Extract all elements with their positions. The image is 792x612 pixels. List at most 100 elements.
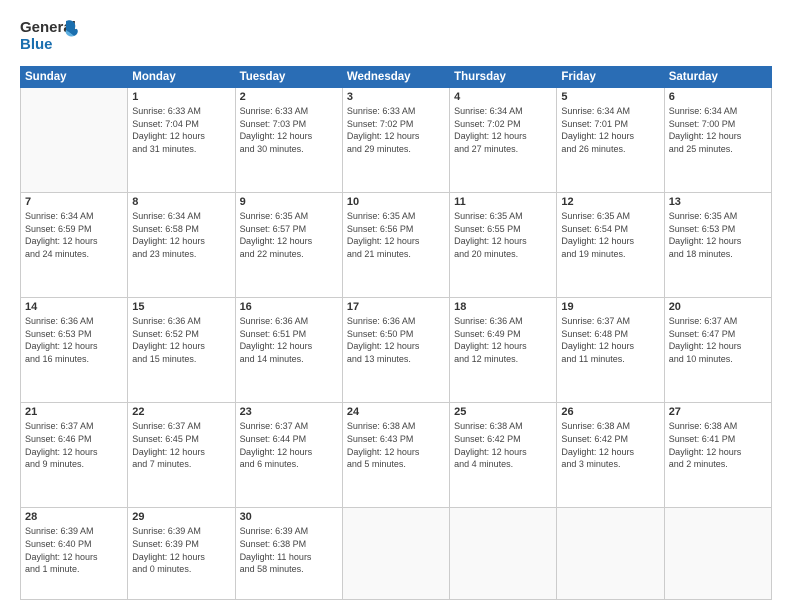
day-info: Sunrise: 6:34 AM Sunset: 6:58 PM Dayligh… <box>132 210 230 260</box>
calendar-cell: 3 Sunrise: 6:33 AM Sunset: 7:02 PM Daylig… <box>342 88 449 193</box>
day-info: Sunrise: 6:38 AM Sunset: 6:42 PM Dayligh… <box>454 420 552 470</box>
calendar-cell: 10 Sunrise: 6:35 AM Sunset: 6:56 PM Dayli… <box>342 193 449 298</box>
day-number: 12 <box>561 196 659 208</box>
calendar-week-2: 7Sunrise: 6:34 AM Sunset: 6:59 PM Daylig… <box>21 193 772 298</box>
calendar-cell: 17 Sunrise: 6:36 AM Sunset: 6:50 PM Dayli… <box>342 298 449 403</box>
logo: GeneralBlue <box>20 16 80 56</box>
page: GeneralBlue SundayMondayTuesdayWednesday… <box>0 0 792 612</box>
day-number: 6 <box>669 91 767 103</box>
calendar-cell: 1 Sunrise: 6:33 AM Sunset: 7:04 PM Daylig… <box>128 88 235 193</box>
calendar-cell <box>21 88 128 193</box>
calendar-cell <box>342 508 449 600</box>
calendar-header-tuesday: Tuesday <box>235 67 342 88</box>
day-number: 10 <box>347 196 445 208</box>
day-info: Sunrise: 6:36 AM Sunset: 6:50 PM Dayligh… <box>347 315 445 365</box>
day-number: 25 <box>454 406 552 418</box>
day-number: 9 <box>240 196 338 208</box>
day-number: 1 <box>132 91 230 103</box>
day-info: Sunrise: 6:33 AM Sunset: 7:03 PM Dayligh… <box>240 105 338 155</box>
day-number: 26 <box>561 406 659 418</box>
day-info: Sunrise: 6:39 AM Sunset: 6:40 PM Dayligh… <box>25 525 123 575</box>
calendar-week-4: 21 Sunrise: 6:37 AM Sunset: 6:46 PM Dayli… <box>21 403 772 508</box>
day-info: Sunrise: 6:37 AM Sunset: 6:44 PM Dayligh… <box>240 420 338 470</box>
general-blue-logo: GeneralBlue <box>20 16 80 56</box>
day-info: Sunrise: 6:38 AM Sunset: 6:43 PM Dayligh… <box>347 420 445 470</box>
day-number: 4 <box>454 91 552 103</box>
calendar-header-friday: Friday <box>557 67 664 88</box>
calendar-cell: 25 Sunrise: 6:38 AM Sunset: 6:42 PM Dayli… <box>450 403 557 508</box>
day-info: Sunrise: 6:33 AM Sunset: 7:04 PM Dayligh… <box>132 105 230 155</box>
day-info: Sunrise: 6:35 AM Sunset: 6:57 PM Dayligh… <box>240 210 338 260</box>
day-number: 7 <box>25 196 123 208</box>
calendar-week-5: 28 Sunrise: 6:39 AM Sunset: 6:40 PM Dayli… <box>21 508 772 600</box>
calendar-cell: 8 Sunrise: 6:34 AM Sunset: 6:58 PM Daylig… <box>128 193 235 298</box>
calendar-week-3: 14 Sunrise: 6:36 AM Sunset: 6:53 PM Dayli… <box>21 298 772 403</box>
calendar-cell: 4 Sunrise: 6:34 AM Sunset: 7:02 PM Daylig… <box>450 88 557 193</box>
day-number: 19 <box>561 301 659 313</box>
calendar-week-1: 1 Sunrise: 6:33 AM Sunset: 7:04 PM Daylig… <box>21 88 772 193</box>
day-number: 21 <box>25 406 123 418</box>
calendar-cell: 28 Sunrise: 6:39 AM Sunset: 6:40 PM Dayli… <box>21 508 128 600</box>
day-number: 3 <box>347 91 445 103</box>
calendar-header-wednesday: Wednesday <box>342 67 449 88</box>
day-number: 29 <box>132 511 230 523</box>
calendar-cell: 6Sunrise: 6:34 AM Sunset: 7:00 PM Daylig… <box>664 88 771 193</box>
calendar-cell: 12 Sunrise: 6:35 AM Sunset: 6:54 PM Dayli… <box>557 193 664 298</box>
calendar-cell: 2 Sunrise: 6:33 AM Sunset: 7:03 PM Daylig… <box>235 88 342 193</box>
day-number: 17 <box>347 301 445 313</box>
svg-text:Blue: Blue <box>20 36 53 53</box>
calendar-cell: 5 Sunrise: 6:34 AM Sunset: 7:01 PM Daylig… <box>557 88 664 193</box>
day-number: 18 <box>454 301 552 313</box>
day-number: 30 <box>240 511 338 523</box>
day-number: 13 <box>669 196 767 208</box>
day-info: Sunrise: 6:35 AM Sunset: 6:56 PM Dayligh… <box>347 210 445 260</box>
calendar-cell: 7Sunrise: 6:34 AM Sunset: 6:59 PM Daylig… <box>21 193 128 298</box>
day-info: Sunrise: 6:36 AM Sunset: 6:49 PM Dayligh… <box>454 315 552 365</box>
day-number: 2 <box>240 91 338 103</box>
calendar-header-monday: Monday <box>128 67 235 88</box>
calendar-cell <box>664 508 771 600</box>
day-number: 14 <box>25 301 123 313</box>
day-number: 5 <box>561 91 659 103</box>
calendar-cell: 20 Sunrise: 6:37 AM Sunset: 6:47 PM Dayli… <box>664 298 771 403</box>
day-info: Sunrise: 6:35 AM Sunset: 6:54 PM Dayligh… <box>561 210 659 260</box>
day-number: 27 <box>669 406 767 418</box>
day-info: Sunrise: 6:33 AM Sunset: 7:02 PM Dayligh… <box>347 105 445 155</box>
day-info: Sunrise: 6:36 AM Sunset: 6:52 PM Dayligh… <box>132 315 230 365</box>
day-number: 20 <box>669 301 767 313</box>
day-info: Sunrise: 6:38 AM Sunset: 6:42 PM Dayligh… <box>561 420 659 470</box>
calendar-cell: 21 Sunrise: 6:37 AM Sunset: 6:46 PM Dayli… <box>21 403 128 508</box>
day-info: Sunrise: 6:39 AM Sunset: 6:38 PM Dayligh… <box>240 525 338 575</box>
day-info: Sunrise: 6:35 AM Sunset: 6:55 PM Dayligh… <box>454 210 552 260</box>
calendar-cell: 23Sunrise: 6:37 AM Sunset: 6:44 PM Dayli… <box>235 403 342 508</box>
day-number: 24 <box>347 406 445 418</box>
day-info: Sunrise: 6:38 AM Sunset: 6:41 PM Dayligh… <box>669 420 767 470</box>
calendar-cell: 11 Sunrise: 6:35 AM Sunset: 6:55 PM Dayli… <box>450 193 557 298</box>
day-info: Sunrise: 6:39 AM Sunset: 6:39 PM Dayligh… <box>132 525 230 575</box>
day-info: Sunrise: 6:37 AM Sunset: 6:46 PM Dayligh… <box>25 420 123 470</box>
day-info: Sunrise: 6:35 AM Sunset: 6:53 PM Dayligh… <box>669 210 767 260</box>
day-info: Sunrise: 6:36 AM Sunset: 6:51 PM Dayligh… <box>240 315 338 365</box>
calendar-header-row: SundayMondayTuesdayWednesdayThursdayFrid… <box>21 67 772 88</box>
day-number: 11 <box>454 196 552 208</box>
calendar-table: SundayMondayTuesdayWednesdayThursdayFrid… <box>20 66 772 600</box>
day-info: Sunrise: 6:36 AM Sunset: 6:53 PM Dayligh… <box>25 315 123 365</box>
day-number: 15 <box>132 301 230 313</box>
calendar-cell: 19Sunrise: 6:37 AM Sunset: 6:48 PM Dayli… <box>557 298 664 403</box>
day-number: 28 <box>25 511 123 523</box>
calendar-cell: 18 Sunrise: 6:36 AM Sunset: 6:49 PM Dayli… <box>450 298 557 403</box>
day-info: Sunrise: 6:37 AM Sunset: 6:47 PM Dayligh… <box>669 315 767 365</box>
day-info: Sunrise: 6:34 AM Sunset: 7:02 PM Dayligh… <box>454 105 552 155</box>
calendar-cell: 30 Sunrise: 6:39 AM Sunset: 6:38 PM Dayli… <box>235 508 342 600</box>
day-info: Sunrise: 6:37 AM Sunset: 6:45 PM Dayligh… <box>132 420 230 470</box>
calendar-cell: 9 Sunrise: 6:35 AM Sunset: 6:57 PM Daylig… <box>235 193 342 298</box>
day-info: Sunrise: 6:34 AM Sunset: 7:01 PM Dayligh… <box>561 105 659 155</box>
day-number: 8 <box>132 196 230 208</box>
calendar-cell: 13 Sunrise: 6:35 AM Sunset: 6:53 PM Dayli… <box>664 193 771 298</box>
calendar-cell: 14 Sunrise: 6:36 AM Sunset: 6:53 PM Dayli… <box>21 298 128 403</box>
calendar-cell: 29 Sunrise: 6:39 AM Sunset: 6:39 PM Dayli… <box>128 508 235 600</box>
calendar-header-thursday: Thursday <box>450 67 557 88</box>
calendar-cell: 24 Sunrise: 6:38 AM Sunset: 6:43 PM Dayli… <box>342 403 449 508</box>
calendar-cell <box>450 508 557 600</box>
calendar-cell: 27 Sunrise: 6:38 AM Sunset: 6:41 PM Dayli… <box>664 403 771 508</box>
